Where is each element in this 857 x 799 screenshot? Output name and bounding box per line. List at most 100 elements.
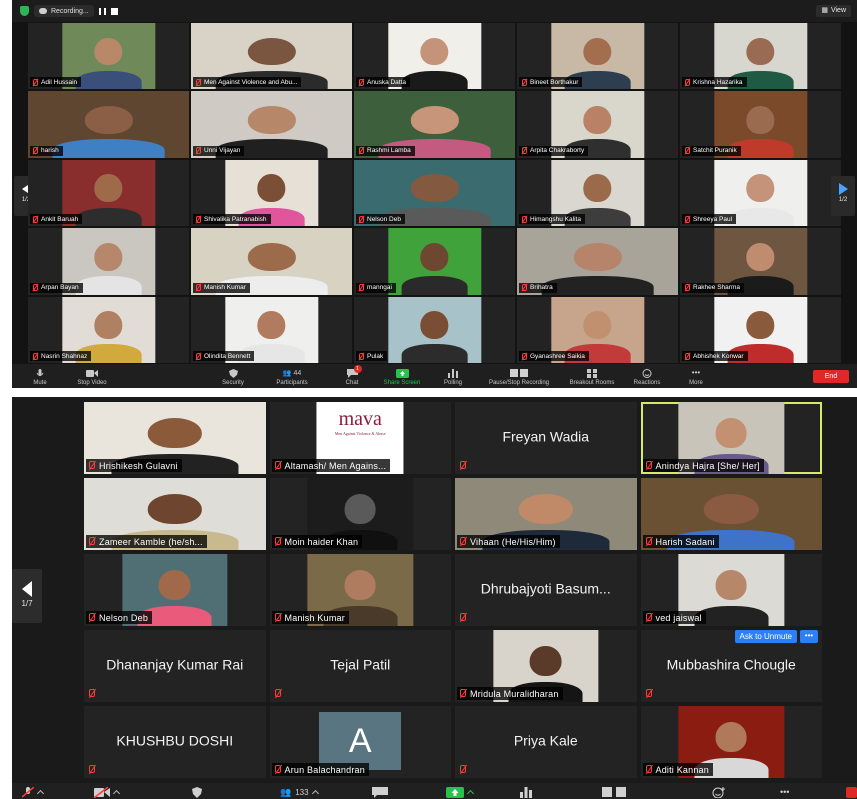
participant-tile[interactable]: Bineet Borthakur [517,23,678,90]
breakout-rooms-button[interactable]: Breakout Rooms [564,369,620,386]
participant-name: Aditi Kannan [655,764,709,775]
participant-tile[interactable]: Hrishikesh Gulavni [84,402,266,474]
participant-tile[interactable]: Shreeya Paul [680,159,841,227]
participant-body [75,70,142,90]
pause-recording-icon[interactable] [98,7,106,15]
participant-nameplate: Abhishek Konwar [682,351,748,361]
participant-tile[interactable]: Manish Kumar [269,554,451,626]
participant-tile[interactable]: Tejal Patil [269,630,451,702]
security-button[interactable] [192,786,202,798]
participant-tile[interactable]: Moin haider Khan [269,478,451,550]
participants-label: Participants [276,380,308,386]
chat-button[interactable] [372,786,388,798]
end-meeting-button[interactable]: End [813,370,849,383]
participant-tile[interactable]: Dhananjay Kumar Rai [84,630,266,702]
microphone-muted-icon [22,786,34,798]
participant-tile[interactable]: Arpita Chakraborty [517,91,678,158]
caret-up-icon[interactable] [466,789,475,798]
participant-tile[interactable]: Men Against Violence and Abu... [191,23,352,90]
previous-page-button[interactable]: 1/7 [12,569,42,623]
participant-tile[interactable]: Brihatra [517,228,678,295]
participant-tile[interactable]: Adil Hussain [28,23,189,90]
reactions-button[interactable]: Reactions [628,369,666,386]
participant-nameplate: ved jaiswal [642,611,706,624]
participant-tile[interactable]: Krishna Hazarika [680,23,841,90]
participant-tile[interactable]: Freyan Wadia [455,402,637,474]
more-button[interactable]: ••• More [684,369,708,387]
participants-button[interactable]: 👥 44 Participants [270,369,314,386]
participant-tile[interactable]: Nelson Deb [354,159,515,227]
participant-tile-active-speaker[interactable]: harish [28,91,189,158]
participant-face [715,417,748,449]
mic-muted-icon [274,461,282,470]
end-meeting-button[interactable] [846,786,857,798]
caret-up-icon[interactable] [112,789,121,798]
participant-tile[interactable]: Pulak [354,296,515,363]
participant-tile[interactable]: Dhrubajyoti Basum... [455,554,637,626]
participant-tile[interactable]: Manish Kumar [191,228,352,295]
chat-button[interactable]: 1 Chat [340,365,364,386]
participant-tile[interactable]: mava Men Against Violence & Abuse Altamash… [269,402,451,474]
participant-tile[interactable]: A Arun Balachandran [269,706,451,778]
participant-tile[interactable]: Rashmi Lamba [354,91,515,158]
participant-tile[interactable]: ved jaiswal [640,554,822,626]
participant-tile[interactable]: Rakhee Sharma [680,228,841,295]
participant-tile[interactable]: Aditi Kannan [640,706,822,778]
caret-up-icon[interactable] [311,789,319,798]
participant-tile[interactable]: Anuska Datta [354,23,515,90]
participant-tile[interactable]: Shivalika Patranabish [191,159,352,227]
participant-name: Rashmi Lamba [367,147,411,155]
stop-video-button[interactable] [94,786,121,798]
mute-button[interactable]: Mute [26,369,54,386]
participant-tile[interactable]: Priya Kale [455,706,637,778]
polling-button[interactable]: Polling [440,369,466,386]
more-button[interactable]: ••• [780,786,789,798]
participant-tile[interactable]: Mubbashira Chougle Ask to Unmute ••• [640,630,822,702]
share-screen-button[interactable] [446,786,475,798]
reactions-button[interactable] [712,786,726,798]
stop-recording-icon[interactable] [110,7,118,15]
participant-more-button[interactable]: ••• [800,630,818,643]
participant-tile[interactable]: Nelson Deb [84,554,266,626]
ask-to-unmute-button[interactable]: Ask to Unmute [734,630,797,643]
caret-up-icon[interactable] [36,789,45,798]
participant-name: harish [41,147,59,155]
participant-tile[interactable]: Unni Vijayan [191,91,352,158]
mute-label: Mute [33,380,47,386]
participant-tile[interactable]: Mridula Muralidharan [455,630,637,702]
view-button[interactable]: ▦ View [816,5,851,17]
participant-tile[interactable]: manngai [354,228,515,295]
participant-tile-active-speaker[interactable]: Anindya Hajra [She/ Her] [640,402,822,474]
security-button[interactable]: Security [216,369,250,386]
participant-body [727,207,794,227]
participant-tile[interactable]: Arpan Bayan [28,228,189,295]
participant-body [401,70,468,90]
participant-nameplate: Mridula Muralidharan [457,687,563,700]
pause-stop-recording-button[interactable] [602,786,626,798]
mic-muted-icon [195,284,201,292]
stop-video-button[interactable]: Stop Video [70,369,114,386]
participant-tile[interactable]: Gyanashree Saikia [517,296,678,363]
participants-button[interactable]: 👥 133 [280,786,319,798]
participant-tile[interactable]: Himangshu Kalita [517,159,678,227]
participant-tile[interactable]: KHUSHBU DOSHI [84,706,266,778]
participant-tile[interactable]: Abhishek Konwar [680,296,841,363]
participant-tile[interactable]: Ankit Baruah [28,159,189,227]
participant-tile[interactable]: Olindita Bennett [191,296,352,363]
participant-tile[interactable]: Vihaan (He/His/Him) [455,478,637,550]
next-page-button[interactable]: 1/2 [831,176,855,216]
pause-stop-recording-button[interactable]: Pause/Stop Recording [480,369,558,386]
participant-nameplate: Rashmi Lamba [356,145,415,156]
breakout-rooms-icon [587,369,597,378]
participant-tile[interactable]: Zameer Kamble (he/sh... [84,478,266,550]
mute-button[interactable] [22,786,45,798]
meeting-top-bar: Recording... ▦ View [12,0,857,22]
participant-tile[interactable]: Nasrin Shahnaz [28,296,189,363]
participant-face [257,174,286,203]
polling-button[interactable] [520,786,532,798]
share-screen-button[interactable]: Share Screen [378,369,426,386]
participant-tile[interactable]: Harish Sadani [640,478,822,550]
participant-face [147,417,202,449]
participant-tile[interactable]: Satchit Puranik [680,91,841,158]
polling-icon [520,786,532,798]
